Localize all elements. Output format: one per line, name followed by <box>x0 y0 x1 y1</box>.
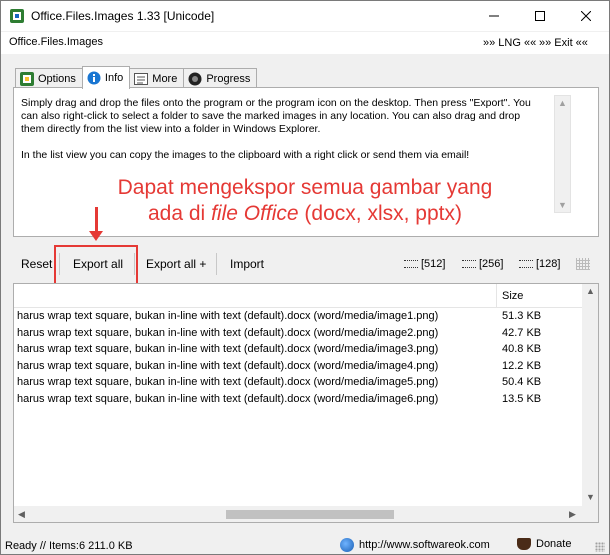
size-512-label: [512] <box>421 258 446 270</box>
options-icon <box>20 71 34 86</box>
size-128-label: [128] <box>536 258 561 270</box>
list-item-name: harus wrap text square, bukan in-line wi… <box>17 376 439 388</box>
tab-info[interactable]: Info <box>81 66 131 89</box>
list-item-name: harus wrap text square, bukan in-line wi… <box>17 392 439 405</box>
info-text[interactable]: Simply drag and drop the files onto the … <box>21 97 541 175</box>
annotation-line-1: Dapat mengekspor semua gambar yang <box>117 176 493 199</box>
scroll-down-icon[interactable]: ▼ <box>586 492 595 502</box>
status-text: Ready // Items:6 211.0 KB <box>5 540 133 552</box>
list-item-name: harus wrap text square, bukan in-line wi… <box>17 310 439 322</box>
list-vertical-scrollbar[interactable]: ▲ ▼ <box>582 284 598 506</box>
window-title: Office.Files.Images 1.33 [Unicode] <box>31 9 215 23</box>
progress-icon <box>188 72 202 85</box>
coffee-icon <box>517 538 531 550</box>
tab-info-label: Info <box>104 72 124 84</box>
menu-language[interactable]: »» LNG «« <box>483 37 536 49</box>
list-item-size: 50.4 KB <box>502 376 542 388</box>
resize-grip-icon[interactable] <box>595 542 605 552</box>
scroll-left-icon[interactable]: ◀ <box>18 509 25 520</box>
annotation-arrow-head <box>89 231 103 241</box>
list-item-size: 12.2 KB <box>502 359 542 372</box>
list-item-size: 51.3 KB <box>502 310 542 322</box>
size-column-header[interactable]: Size <box>502 290 523 302</box>
minimize-icon <box>489 15 499 17</box>
image-list[interactable]: Size harus wrap text square, bukan in-li… <box>13 283 599 523</box>
list-item[interactable]: harus wrap text square, bukan in-line wi… <box>14 341 582 358</box>
reset-button[interactable]: Reset <box>21 257 52 271</box>
website-url: http://www.softwareok.com <box>359 539 490 551</box>
toolbar-divider <box>216 253 217 275</box>
thumbnail-size-icon <box>519 260 533 268</box>
maximize-button[interactable] <box>517 1 563 31</box>
status-bar: Ready // Items:6 211.0 KB http://www.sof… <box>1 536 609 555</box>
menu-exit[interactable]: »» Exit «« <box>539 37 588 49</box>
menu-bar: Office.Files.Images »» LNG «« »» Exit «« <box>1 32 609 54</box>
tab-progress[interactable]: Progress <box>183 68 258 88</box>
minimize-button[interactable] <box>471 1 517 31</box>
tab-progress-label: Progress <box>206 72 251 85</box>
info-scrollbar[interactable]: ▲ ▼ <box>554 95 571 213</box>
size-512-button[interactable]: [512] <box>404 258 445 270</box>
list-item-name: harus wrap text square, bukan in-line wi… <box>17 359 439 372</box>
more-icon <box>134 72 149 85</box>
grid-view-icon[interactable] <box>576 258 590 270</box>
tab-more-label: More <box>152 72 178 85</box>
list-rows: harus wrap text square, bukan in-line wi… <box>14 308 582 407</box>
app-logo-icon <box>10 9 24 23</box>
tab-more[interactable]: More <box>129 68 185 88</box>
close-button[interactable] <box>563 1 609 31</box>
menu-app-name[interactable]: Office.Files.Images <box>9 36 103 48</box>
website-link[interactable]: http://www.softwareok.com <box>340 538 490 552</box>
list-item-size: 13.5 KB <box>502 392 542 405</box>
info-paragraph-2: In the list view you can copy the images… <box>21 149 470 161</box>
close-icon <box>581 11 591 21</box>
import-button[interactable]: Import <box>230 257 264 271</box>
tab-options[interactable]: Options <box>15 68 83 88</box>
thumbnail-size-icon <box>404 260 418 268</box>
scroll-right-icon[interactable]: ▶ <box>569 509 576 520</box>
donate-label: Donate <box>536 538 572 550</box>
list-item-name: harus wrap text square, bukan in-line wi… <box>17 343 439 355</box>
scroll-down-icon: ▼ <box>558 200 567 210</box>
list-item-size: 40.8 KB <box>502 343 542 355</box>
annotation-highlight-box <box>54 245 138 288</box>
list-item[interactable]: harus wrap text square, bukan in-line wi… <box>14 308 582 325</box>
list-horizontal-scrollbar[interactable]: ◀ ▶ <box>14 506 582 522</box>
scroll-up-icon: ▲ <box>558 98 567 108</box>
list-item-size: 42.7 KB <box>502 326 542 339</box>
app-window: Office.Files.Images 1.33 [Unicode] Offic… <box>0 0 610 555</box>
list-item[interactable]: harus wrap text square, bukan in-line wi… <box>14 391 582 408</box>
size-128-button[interactable]: [128] <box>519 258 560 270</box>
annotation-line-2: ada di file Office (docx, xlsx, pptx) <box>148 202 462 225</box>
list-item[interactable]: harus wrap text square, bukan in-line wi… <box>14 358 582 375</box>
donate-link[interactable]: Donate <box>517 538 571 550</box>
size-256-button[interactable]: [256] <box>462 258 503 270</box>
scroll-up-icon[interactable]: ▲ <box>586 286 595 296</box>
title-bar: Office.Files.Images 1.33 [Unicode] <box>1 1 609 31</box>
list-item[interactable]: harus wrap text square, bukan in-line wi… <box>14 374 582 391</box>
thumbnail-size-icon <box>462 260 476 268</box>
info-icon <box>87 71 101 85</box>
list-item-name: harus wrap text square, bukan in-line wi… <box>17 326 439 339</box>
annotation-text: Dapat mengekspor semua gambar yang ada d… <box>85 175 525 227</box>
scroll-thumb[interactable] <box>226 510 394 519</box>
column-divider[interactable] <box>496 284 497 308</box>
scroll-corner <box>582 506 598 522</box>
tab-strip: Options Info More Progress <box>15 66 258 89</box>
info-paragraph-1: Simply drag and drop the files onto the … <box>21 97 531 135</box>
tab-options-label: Options <box>38 72 76 85</box>
export-all-plus-button[interactable]: Export all + <box>146 257 206 271</box>
maximize-icon <box>535 11 545 21</box>
size-256-label: [256] <box>479 258 504 270</box>
annotation-arrow <box>95 207 98 233</box>
list-item[interactable]: harus wrap text square, bukan in-line wi… <box>14 325 582 342</box>
globe-icon <box>340 538 354 552</box>
list-header: Size <box>14 284 582 308</box>
